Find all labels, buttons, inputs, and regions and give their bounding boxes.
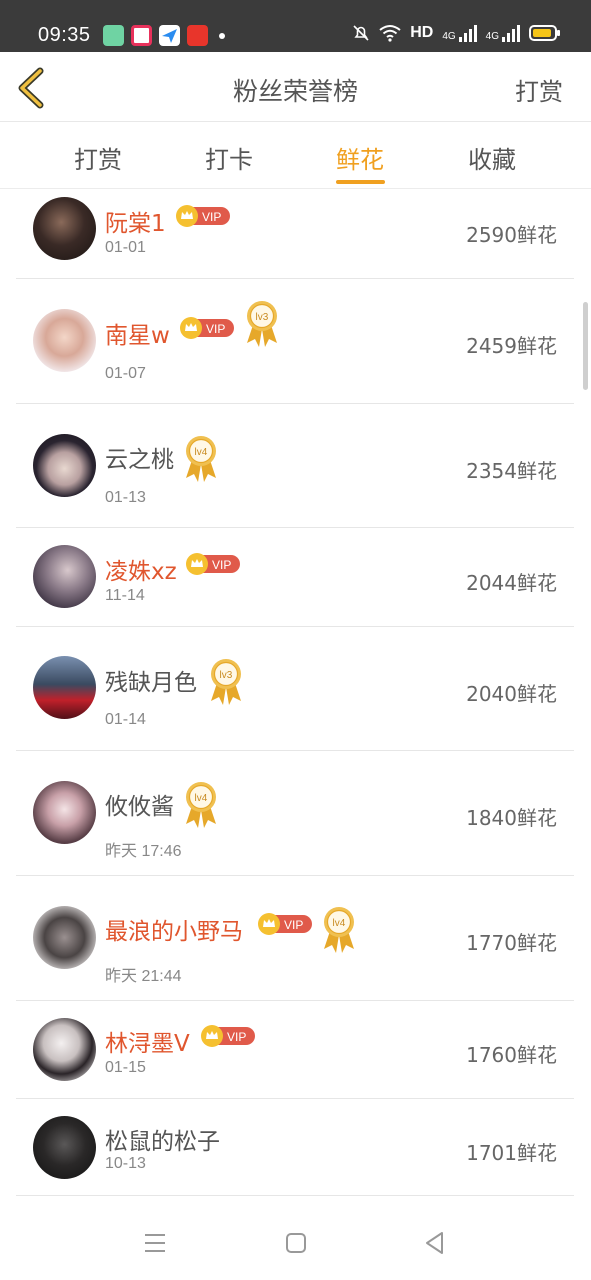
status-indicators: HD 4G 4G (352, 24, 560, 42)
signal-1: 4G (442, 24, 477, 42)
app-header: 粉丝荣誉榜 打赏 (0, 52, 591, 122)
avatar (33, 1018, 96, 1081)
list-item[interactable]: 攸攸酱 lv4 昨天 17:46 1840鲜花 (16, 751, 574, 876)
fan-date: 01-01 (105, 239, 146, 256)
hd-label: HD (410, 24, 434, 41)
fan-ranking-list: 阮棠1 VIP 01-01 2590鲜花 南星w VIP lv3 01-07 2… (0, 190, 591, 1196)
battery-icon (529, 25, 560, 41)
avatar (33, 545, 96, 608)
status-time: 09:35 (38, 24, 91, 46)
svg-text:VIP: VIP (206, 322, 225, 336)
signal-bars-icon (458, 24, 477, 42)
fan-name: 残缺月色 (105, 670, 197, 696)
tab-reward[interactable]: 打赏 (48, 140, 148, 175)
network-gen-label: 4G (442, 31, 456, 42)
flower-amount: 2044鲜花 (466, 571, 557, 595)
notification-more-dot (219, 32, 225, 39)
fan-date: 昨天 17:46 (105, 843, 182, 860)
svg-text:VIP: VIP (227, 1030, 246, 1044)
home-square-icon[interactable] (283, 1230, 309, 1256)
svg-text:lv3: lv3 (220, 670, 233, 681)
fan-date: 10-13 (105, 1155, 146, 1172)
avatar (33, 309, 96, 372)
level-medal-icon: lv4 (186, 436, 216, 482)
fan-name: 阮棠1 (105, 211, 166, 237)
notification-app-icon (159, 25, 180, 46)
network-gen-label: 4G (485, 31, 499, 42)
tab-bar: 打赏 打卡 鲜花 收藏 (0, 123, 591, 189)
signal-bars-icon (502, 24, 520, 42)
fan-date: 01-15 (105, 1059, 146, 1076)
list-item[interactable]: 残缺月色 lv3 01-14 2040鲜花 (16, 627, 574, 751)
flower-amount: 2590鲜花 (466, 223, 557, 247)
fan-name: 南星w (105, 323, 170, 349)
avatar (33, 656, 96, 719)
svg-text:lv4: lv4 (195, 447, 208, 458)
tab-flowers[interactable]: 鲜花 (310, 140, 410, 175)
mute-bell-icon (353, 25, 369, 41)
fan-name: 云之桃 (105, 447, 174, 473)
flower-amount: 2040鲜花 (466, 682, 557, 706)
flower-amount: 1770鲜花 (466, 931, 557, 955)
flower-amount: 1701鲜花 (466, 1141, 557, 1165)
system-nav-bar (0, 1196, 591, 1280)
svg-text:VIP: VIP (202, 210, 221, 224)
fan-name: 松鼠的松子 (105, 1129, 220, 1155)
back-triangle-icon[interactable] (422, 1230, 448, 1256)
fan-name: 凌姝xz (105, 559, 177, 585)
status-notification-icons (103, 25, 225, 46)
notification-app-icon (187, 25, 208, 46)
avatar (33, 197, 96, 260)
fan-date: 01-14 (105, 711, 146, 728)
list-item[interactable]: 最浪的小野马 VIP lv4 昨天 21:44 1770鲜花 (16, 876, 574, 1001)
notification-app-icon (131, 25, 152, 46)
active-tab-indicator (336, 180, 385, 184)
list-item[interactable]: 阮棠1 VIP 01-01 2590鲜花 (16, 190, 574, 279)
svg-text:VIP: VIP (212, 558, 231, 572)
svg-text:lv3: lv3 (256, 312, 269, 323)
fan-date: 昨天 21:44 (105, 968, 182, 985)
fan-name: 攸攸酱 (105, 794, 174, 820)
level-medal-icon: lv4 (186, 782, 216, 828)
avatar (33, 906, 96, 969)
list-item[interactable]: 云之桃 lv4 01-13 2354鲜花 (16, 404, 574, 528)
vip-badge-icon: VIP (180, 317, 234, 339)
level-medal-icon: lv3 (211, 659, 241, 705)
avatar (33, 1116, 96, 1179)
reward-button[interactable]: 打赏 (515, 72, 563, 107)
avatar (33, 781, 96, 844)
signal-2: 4G (486, 24, 520, 42)
flower-amount: 2459鲜花 (466, 334, 557, 358)
level-medal-icon: lv3 (247, 301, 277, 347)
fan-date: 11-14 (105, 587, 145, 604)
flower-amount: 1840鲜花 (466, 806, 557, 830)
menu-icon[interactable] (142, 1230, 168, 1256)
fan-name: 林浔墨V (105, 1031, 190, 1057)
level-medal-icon: lv4 (324, 907, 354, 953)
page-title: 粉丝荣誉榜 (232, 77, 358, 106)
list-item[interactable]: 林浔墨V VIP 01-15 1760鲜花 (16, 1001, 574, 1099)
vip-badge-icon: VIP (258, 913, 312, 935)
list-item[interactable]: 松鼠的松子 10-13 1701鲜花 (16, 1099, 574, 1196)
status-bar: 09:35 HD 4G 4G (0, 0, 591, 52)
fan-date: 01-07 (105, 365, 146, 382)
flower-amount: 2354鲜花 (466, 459, 557, 483)
list-item[interactable]: 凌姝xz VIP 11-14 2044鲜花 (16, 528, 574, 627)
flower-amount: 1760鲜花 (466, 1043, 557, 1067)
svg-text:VIP: VIP (284, 918, 303, 932)
list-scrollbar[interactable] (583, 302, 588, 390)
svg-text:lv4: lv4 (333, 918, 346, 929)
fan-name: 最浪的小野马 (105, 919, 243, 945)
vip-badge-icon: VIP (176, 205, 230, 227)
vip-badge-icon: VIP (201, 1025, 255, 1047)
tab-favorites[interactable]: 收藏 (442, 140, 542, 175)
vip-badge-icon: VIP (186, 553, 240, 575)
wifi-icon (379, 25, 401, 42)
svg-text:lv4: lv4 (195, 793, 208, 804)
list-item[interactable]: 南星w VIP lv3 01-07 2459鲜花 (16, 279, 574, 404)
avatar (33, 434, 96, 497)
tab-checkin[interactable]: 打卡 (179, 140, 279, 175)
notification-app-icon (103, 25, 124, 46)
fan-date: 01-13 (105, 489, 146, 506)
